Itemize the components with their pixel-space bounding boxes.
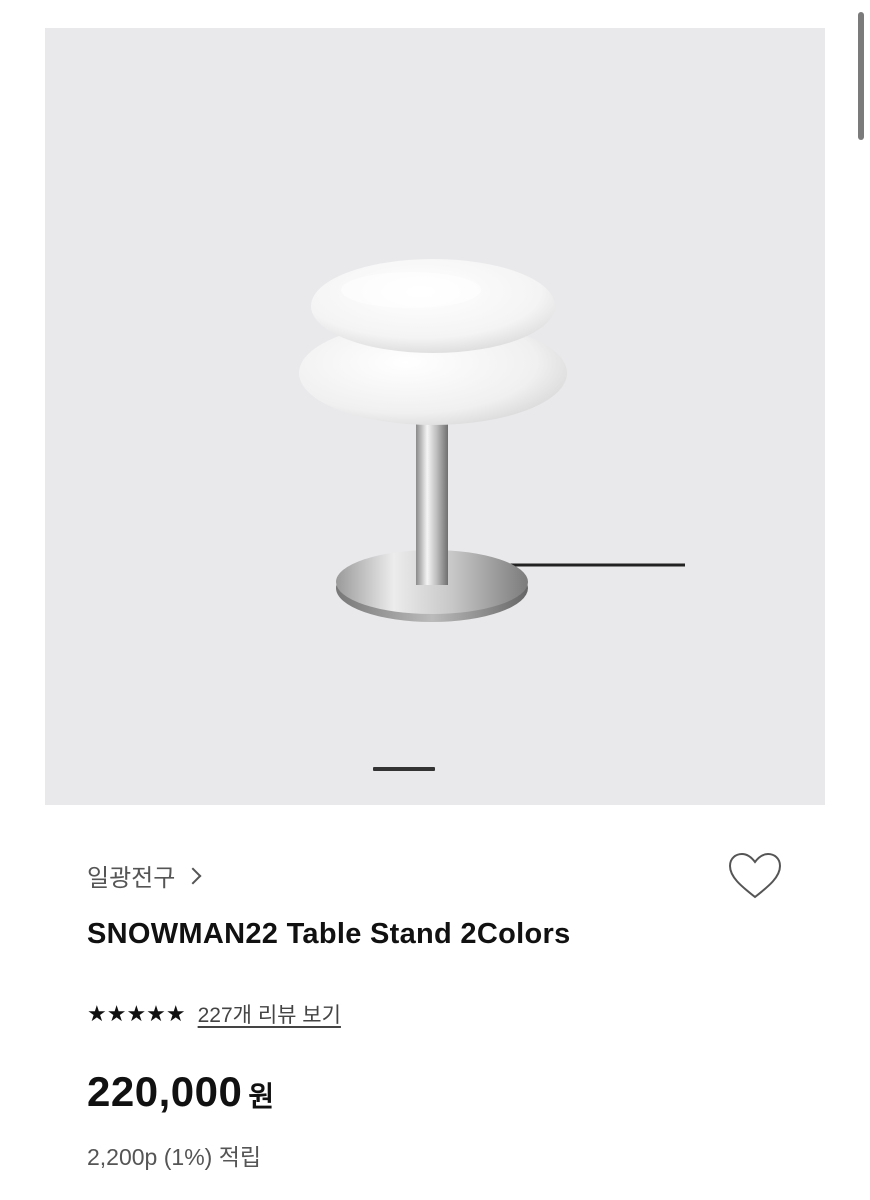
snowman-lamp-image	[299, 259, 685, 622]
heart-outline-icon[interactable]	[727, 851, 783, 901]
price-amount: 220,000	[87, 1068, 243, 1115]
review-link[interactable]: 227개 리뷰 보기	[198, 999, 341, 1029]
star-rating-icon: ★★★★★	[87, 1001, 186, 1026]
gallery-pager-active[interactable]	[373, 767, 435, 771]
price-currency: 원	[248, 1081, 275, 1112]
brand-name: 일광전구	[87, 865, 176, 892]
product-title: SNOWMAN22 Table Stand 2Colors	[87, 918, 571, 950]
rating-row: ★★★★★ 227개 리뷰 보기	[87, 999, 341, 1029]
reward-points: 2,200p (1%) 적립	[87, 1144, 262, 1170]
scrollbar[interactable]	[858, 12, 864, 140]
brand-link[interactable]: 일광전구	[87, 858, 202, 893]
chevron-right-icon	[184, 867, 202, 884]
price-row: 220,000 원	[87, 1068, 274, 1116]
product-detail-page: 일광전구 SNOWMAN22 Table Stand 2Colors ★★★★★…	[0, 0, 870, 1200]
product-image-gallery[interactable]	[45, 28, 825, 805]
